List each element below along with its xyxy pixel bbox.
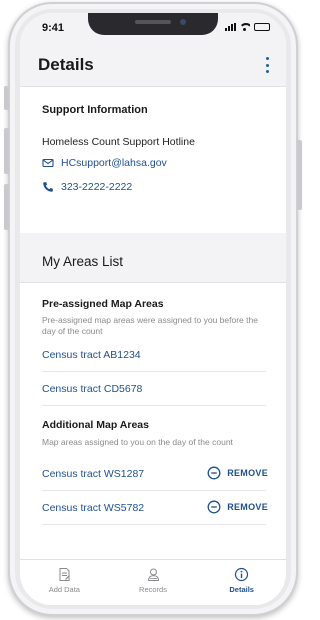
additional-description: Map areas assigned to you on the day of … [42,437,233,447]
additional-title: Additional Map Areas [42,419,149,431]
support-section: Support Information Homeless Count Suppo… [20,87,286,233]
signal-icon [225,23,236,31]
preassigned-description: Pre-assigned map areas were assigned to … [42,315,258,336]
remove-label: REMOVE [227,468,268,478]
area-name: Census tract WS1287 [42,468,145,480]
minus-circle-icon [207,466,221,480]
support-phone: 323-2222-2222 [61,181,133,193]
area-name: Census tract CD5678 [42,383,143,395]
speaker-grille [135,20,171,24]
section-divider [20,233,286,245]
tab-label: Records [139,585,167,594]
status-icons [225,23,270,31]
app-header: Details [20,43,286,87]
phone-screen: 9:41 Details Support Information Homeles… [20,13,286,605]
power-button [297,140,302,210]
tab-label: Add Data [48,585,80,594]
areas-header: My Areas List [20,245,286,283]
mute-switch [4,86,9,110]
phone-icon [43,182,53,192]
volume-up-button [4,128,9,174]
support-title: Support Information [42,104,148,116]
page-title: Details [38,55,94,74]
tab-details[interactable]: Details [197,560,286,605]
tab-bar: Add Data Records Details [20,559,286,605]
support-email: HCsupport@lahsa.gov [61,157,167,169]
hotline-label: Homeless Count Support Hotline [42,136,195,148]
records-icon [147,568,159,581]
areas-title: My Areas List [42,254,124,269]
list-item[interactable]: Census tract CD5678 [42,372,266,406]
support-email-link[interactable]: HCsupport@lahsa.gov [42,157,167,169]
mail-icon [42,158,54,168]
remove-label: REMOVE [227,502,268,512]
battery-icon [254,23,270,31]
front-camera [180,19,186,25]
wifi-icon [240,23,250,31]
remove-button[interactable]: REMOVE [207,500,268,514]
preassigned-title: Pre-assigned Map Areas [42,298,164,310]
minus-circle-icon [207,500,221,514]
more-options-icon[interactable] [264,57,270,73]
list-item[interactable]: Census tract WS1287 REMOVE [42,457,268,491]
list-item[interactable]: Census tract AB1234 [42,338,266,372]
volume-down-button [4,184,9,230]
remove-button[interactable]: REMOVE [207,466,268,480]
area-name: Census tract AB1234 [42,349,141,361]
status-time: 9:41 [42,22,65,34]
list-item[interactable]: Census tract WS5782 REMOVE [42,491,268,525]
support-phone-link[interactable]: 323-2222-2222 [42,181,132,193]
tab-add-data[interactable]: Add Data [20,560,109,605]
area-name: Census tract WS5782 [42,502,145,514]
tab-label: Details [229,585,254,594]
notch [88,13,218,35]
info-icon [235,567,249,582]
tab-records[interactable]: Records [109,560,198,605]
add-data-icon [59,568,70,581]
